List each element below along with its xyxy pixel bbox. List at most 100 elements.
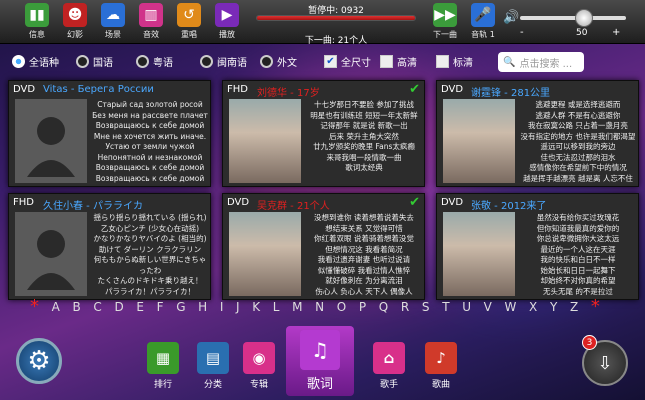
song-format: FHD xyxy=(13,197,34,208)
toolbar-sound-effect-label: 音效 xyxy=(143,30,159,39)
category-icon: ▤ xyxy=(197,342,229,374)
dock-song-button[interactable]: ♪ 歌曲 xyxy=(418,336,464,396)
alphabet-letter-c[interactable]: C xyxy=(93,300,101,318)
dock-label: 歌曲 xyxy=(431,380,450,390)
next-song-button[interactable]: ▶▶ 下一曲 xyxy=(428,3,462,43)
check-icon: ✔ xyxy=(409,195,420,210)
song-format: DVD xyxy=(441,84,464,95)
dock-album-button[interactable]: ◉ 专辑 xyxy=(236,336,282,396)
song-lyrics: 揺らり揺らり揺れている (揺られ) 乙女心ピンチ (少女心在动摇) かなりかなり… xyxy=(93,213,207,296)
alphabet-letter-p[interactable]: P xyxy=(359,300,366,318)
song-card[interactable]: DVD 张敬 - 2012来了 虽然没有给你买过玫瑰花 但你知道我最真的爱你的 你总… xyxy=(436,193,639,300)
alphabet-letter-s[interactable]: S xyxy=(422,300,430,318)
dock-lyrics-button[interactable]: ♫ 歌词 xyxy=(286,326,354,396)
play-icon: ▶ xyxy=(215,3,239,27)
checkbox-label: 高清 xyxy=(397,58,417,69)
language-minnan-radio[interactable]: 闽南语 xyxy=(200,54,247,69)
song-title: 刘德华 - 17岁 xyxy=(257,88,320,99)
tray-icon: ⇩ xyxy=(597,352,613,374)
alphabet-all-button[interactable]: * xyxy=(591,298,600,318)
audio-track-label: 音轨 1 xyxy=(471,30,495,39)
alphabet-letter-q[interactable]: Q xyxy=(379,300,388,318)
toolbar-replay-button[interactable]: ↺ 重唱 xyxy=(172,3,206,43)
alphabet-letter-v[interactable]: V xyxy=(484,300,492,318)
alphabet-letter-z[interactable]: Z xyxy=(570,300,578,318)
alphabet-letter-w[interactable]: W xyxy=(505,300,517,318)
song-title: 谢霆锋 - 281公里 xyxy=(471,88,551,99)
alphabet-letter-y[interactable]: Y xyxy=(550,300,557,318)
language-all-radio[interactable]: 全语种 xyxy=(12,54,59,69)
alphabet-letter-j[interactable]: J xyxy=(236,300,240,318)
song-format: FHD xyxy=(227,84,248,95)
info-icon: ▮▮ xyxy=(25,3,49,27)
microphone-icon: 🎤 xyxy=(471,3,495,27)
song-card[interactable]: DVD 谢霆锋 - 281公里 逃避更程 或是选择逃避而 逃避人群 不是有心逃避你 … xyxy=(436,80,639,187)
dock-category-button[interactable]: ▤ 分类 xyxy=(190,336,236,396)
size-sd-checkbox[interactable]: 标清 xyxy=(436,54,473,69)
audio-track-button[interactable]: 🎤 音轨 1 xyxy=(466,3,500,43)
alphabet-index: * A B C D E F G H I J K L M N O P Q R S T U V W X Y Z * xyxy=(30,298,600,318)
checkbox-icon xyxy=(436,55,449,68)
size-all-checkbox[interactable]: ✔ 全尺寸 xyxy=(324,54,371,69)
volume-slider-handle[interactable] xyxy=(574,9,593,27)
song-card[interactable]: FHD 久住小春 - パラライカ 揺らり揺らり揺れている (揺られ) 乙女心ピンチ … xyxy=(8,193,211,300)
lyrics-icon: ♫ xyxy=(300,330,340,370)
alphabet-letter-r[interactable]: R xyxy=(401,300,409,318)
toolbar-play-button[interactable]: ▶ 播放 xyxy=(210,3,244,43)
next-song-label: 下一曲 xyxy=(433,30,457,39)
alphabet-letter-t[interactable]: T xyxy=(442,300,449,318)
toolbar-info-button[interactable]: ▮▮ 信息 xyxy=(20,3,54,43)
song-lyrics: 虽然没有给你买过玫瑰花 但你知道我最真的爱你的 你总说卑微拥你大这太远 最近的一… xyxy=(536,213,620,296)
toolbar-phantom-label: 幻影 xyxy=(67,30,83,39)
song-title: 吴克群 - 21个人 xyxy=(257,201,330,212)
song-card[interactable]: FHD 刘德华 - 17岁 十七岁那日不要脸 参加了挑战 明星也有训练班 短短一年太… xyxy=(222,80,425,187)
radio-label: 闽南语 xyxy=(217,58,247,69)
dock-singer-button[interactable]: ⌂ 歌手 xyxy=(366,336,412,396)
alphabet-letter-x[interactable]: X xyxy=(529,300,537,318)
progress-fill xyxy=(257,16,415,20)
toolbar-sound-effect-button[interactable]: ▥ 音效 xyxy=(134,3,168,43)
alphabet-letter-i[interactable]: I xyxy=(220,300,224,318)
song-card[interactable]: DVD Vitas - Берега России Старый сад золот… xyxy=(8,80,211,187)
alphabet-letter-g[interactable]: G xyxy=(176,300,185,318)
song-icon: ♪ xyxy=(425,342,457,374)
settings-button[interactable]: ⚙ xyxy=(16,338,62,384)
dock-ranking-button[interactable]: ▦ 排行 xyxy=(140,336,186,396)
alphabet-letter-b[interactable]: B xyxy=(73,300,81,318)
alphabet-all-button[interactable]: * xyxy=(30,298,39,318)
alphabet-letter-e[interactable]: E xyxy=(136,300,144,318)
alphabet-letter-h[interactable]: H xyxy=(198,300,207,318)
skip-next-icon: ▶▶ xyxy=(433,3,457,27)
alphabet-letter-n[interactable]: N xyxy=(315,300,324,318)
search-input[interactable]: 🔍 点击搜索 ... xyxy=(498,52,584,72)
toolbar-scene-button[interactable]: ☁ 场景 xyxy=(96,3,130,43)
checkbox-icon xyxy=(380,55,393,68)
filter-bar: 全语种 国语 粤语 闽南语 外文 ✔ 全尺寸 高清 标清 🔍 点击搜索 ... xyxy=(0,52,645,74)
language-mandarin-radio[interactable]: 国语 xyxy=(76,54,113,69)
alphabet-letter-o[interactable]: O xyxy=(337,300,346,318)
size-hd-checkbox[interactable]: 高清 xyxy=(380,54,417,69)
volume-minus: - xyxy=(520,27,524,38)
language-foreign-radio[interactable]: 外文 xyxy=(260,54,297,69)
alphabet-letter-d[interactable]: D xyxy=(114,300,123,318)
song-format: DVD xyxy=(441,197,464,208)
song-lyrics: 没想到谁你 读着想着说着失去 想结束关系 又觉得可惜 你红着双眼 说着骑着想着没… xyxy=(314,213,414,296)
song-lyrics: 逃避更程 或是选择逃避而 逃避人群 不是有心逃避你 我在寂寞公路 只占着一盏月亮… xyxy=(520,100,636,183)
alphabet-letter-u[interactable]: U xyxy=(462,300,471,318)
alphabet-letter-a[interactable]: A xyxy=(52,300,60,318)
song-card[interactable]: DVD 吴克群 - 21个人 没想到谁你 读着想着说着失去 想结束关系 又觉得可惜 … xyxy=(222,193,425,300)
alphabet-letter-k[interactable]: K xyxy=(252,300,260,318)
gear-icon: ⚙ xyxy=(27,346,51,376)
radio-label: 外文 xyxy=(277,58,297,69)
equalizer-icon: ▥ xyxy=(139,3,163,27)
alphabet-letter-f[interactable]: F xyxy=(157,300,164,318)
playback-progress-bar[interactable] xyxy=(256,15,416,21)
alphabet-letter-m[interactable]: M xyxy=(292,300,302,318)
search-icon: 🔍 xyxy=(503,56,516,68)
toolbar-phantom-button[interactable]: ☻ 幻影 xyxy=(58,3,92,43)
alphabet-letter-l[interactable]: L xyxy=(273,300,280,318)
volume-slider[interactable] xyxy=(520,9,626,27)
language-cantonese-radio[interactable]: 粤语 xyxy=(136,54,173,69)
top-toolbar: ▮▮ 信息 ☻ 幻影 ☁ 场景 ▥ 音效 ↺ 重唱 ▶ 播放 暂停中: 0932… xyxy=(0,0,645,46)
song-format: DVD xyxy=(227,197,250,208)
